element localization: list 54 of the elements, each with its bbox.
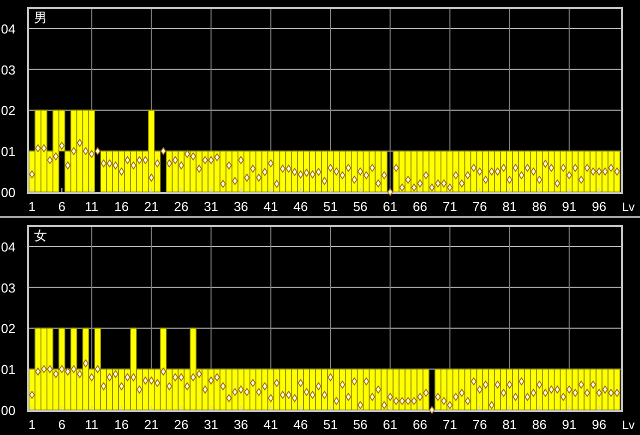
axis-label: 66 — [412, 417, 428, 432]
axis-label: 61 — [382, 417, 398, 432]
axis-label: 02 — [1, 321, 16, 336]
axis-label: 02 — [1, 103, 16, 118]
axis-label: 03 — [1, 280, 16, 296]
axis-label: 6 — [58, 199, 66, 214]
axis-label: 01 — [1, 144, 16, 160]
axis-label: 96 — [592, 199, 606, 214]
axis-label: 61 — [382, 199, 398, 214]
axis-label: 41 — [264, 199, 278, 214]
axis-label: 96 — [592, 417, 606, 432]
axis-label: 56 — [353, 199, 368, 214]
axis-label: 31 — [204, 199, 218, 214]
axis-label: 36 — [234, 199, 248, 214]
axis-label: 46 — [293, 199, 308, 214]
axis-title: Lv — [622, 200, 635, 214]
axis-label: 11 — [84, 417, 98, 432]
axis-label: 91 — [562, 417, 576, 432]
axis-label: 04 — [1, 239, 16, 254]
axis-label: 1 — [28, 417, 36, 432]
axis-label: 86 — [532, 199, 547, 214]
chart-title: 女 — [34, 228, 47, 243]
axis-label: 00 — [1, 185, 16, 200]
axis-label: 26 — [174, 417, 188, 432]
axis-title: Lv — [622, 418, 635, 432]
axis-label: 26 — [174, 199, 188, 214]
axis-label: 31 — [204, 417, 218, 432]
axis-label: 46 — [293, 417, 308, 432]
axis-label: 76 — [472, 417, 487, 432]
axis-label: 04 — [1, 21, 16, 36]
axis-label: 16 — [114, 199, 129, 214]
axis-label: 51 — [323, 417, 338, 432]
axis-label: 21 — [144, 199, 159, 214]
axis-label: 36 — [234, 417, 248, 432]
axis-label: 66 — [412, 199, 428, 214]
axis-label: 71 — [442, 199, 458, 214]
chart-title: 男 — [34, 10, 47, 25]
axis-label: 03 — [1, 62, 16, 78]
axis-label: 00 — [1, 403, 16, 418]
axis-label: 1 — [28, 199, 36, 214]
axis-label: 01 — [1, 362, 16, 378]
axis-label: 11 — [84, 199, 98, 214]
axis-label: 56 — [353, 417, 368, 432]
axis-label: 6 — [58, 417, 66, 432]
axis-label: 86 — [532, 417, 547, 432]
axis-label: 51 — [323, 199, 338, 214]
axis-label: 81 — [502, 417, 517, 432]
axis-label: 71 — [442, 417, 458, 432]
axis-label: 41 — [264, 417, 278, 432]
axis-label: 16 — [114, 417, 129, 432]
axis-label: 21 — [144, 417, 159, 432]
axis-label: 91 — [562, 199, 576, 214]
axis-label: 76 — [472, 199, 487, 214]
axis-label: 81 — [502, 199, 517, 214]
